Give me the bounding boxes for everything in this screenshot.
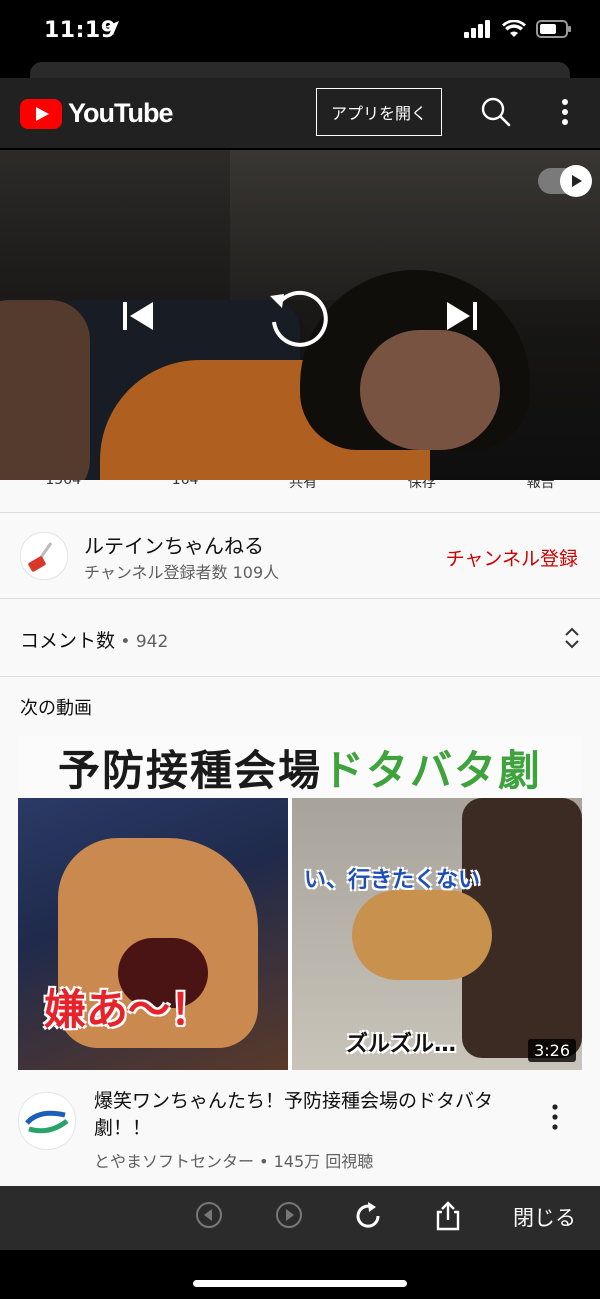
- thumbnail-right-caption-2: ズルズル…: [346, 1032, 457, 1057]
- battery-icon: [536, 20, 572, 42]
- autoplay-toggle[interactable]: [538, 165, 592, 197]
- youtube-logo[interactable]: YouTube: [20, 98, 173, 129]
- channel-subscriber-count: チャンネル登録者数 109人: [84, 563, 280, 582]
- reload-icon[interactable]: [352, 1200, 384, 1236]
- share-icon[interactable]: [432, 1200, 464, 1236]
- replay-icon[interactable]: [264, 282, 336, 358]
- back-icon[interactable]: [194, 1200, 224, 1234]
- youtube-header: YouTube アプリを開く: [0, 78, 600, 148]
- thumbnail-left-panel: 嫌あ～！: [18, 798, 288, 1070]
- subscribe-button[interactable]: チャンネル登録: [446, 544, 578, 571]
- thumbnail-title-part1: 予防接種会場: [57, 745, 322, 795]
- comments-count: • 942: [115, 632, 169, 652]
- divider: [0, 676, 600, 677]
- thumbnail-right-panel: い、行きたくない ズルズル…: [292, 798, 582, 1070]
- next-video-thumbnail[interactable]: 予防接種会場 ドタバタ劇 嫌あ～！ い、行きたくない ズルズル… 3:26: [18, 736, 582, 1070]
- browser-toolbar: 閉じる: [0, 1186, 600, 1250]
- divider: [0, 598, 600, 599]
- next-video-title[interactable]: 爆笑ワンちゃんたち！予防接種会場のドタバタ劇！！: [94, 1088, 524, 1142]
- skip-next-icon[interactable]: [444, 298, 480, 338]
- thumbnail-title-part2: ドタバタ劇: [322, 745, 543, 795]
- expand-collapse-icon[interactable]: [564, 626, 580, 654]
- comments-label: コメント数: [20, 630, 116, 652]
- cellular-signal-icon: [464, 20, 492, 42]
- watch-page-content: 1564 164 共有 保存 報告 ルテインちゃんねる チャンネル登録者数 10…: [0, 480, 600, 1186]
- up-next-heading: 次の動画: [20, 698, 92, 719]
- home-area: [0, 1250, 600, 1299]
- video-actions-row: 1564 164 共有 保存 報告: [0, 480, 600, 512]
- video-player[interactable]: [0, 150, 600, 480]
- open-app-button[interactable]: アプリを開く: [316, 88, 442, 136]
- dislike-count[interactable]: 164: [172, 480, 199, 512]
- youtube-play-logo-icon: [20, 98, 62, 129]
- home-indicator[interactable]: [193, 1280, 407, 1287]
- location-arrow-icon: [104, 20, 120, 40]
- reluctant-dog-image: [352, 890, 492, 980]
- divider: [0, 512, 600, 513]
- video-duration-badge: 3:26: [528, 1039, 576, 1062]
- report-action[interactable]: 報告: [527, 480, 555, 512]
- next-video-meta: とやまソフトセンター • 145万 回視聴: [94, 1152, 374, 1171]
- browser-tab-edge: [30, 62, 570, 78]
- next-video-more-icon[interactable]: [550, 1104, 560, 1134]
- thumbnail-right-caption-1: い、行きたくない: [304, 868, 481, 893]
- share-action[interactable]: 共有: [289, 480, 317, 512]
- comments-header[interactable]: コメント数 • 942: [20, 626, 168, 653]
- more-options-icon[interactable]: [556, 98, 574, 130]
- skip-previous-icon[interactable]: [120, 298, 156, 338]
- close-button[interactable]: 閉じる: [513, 1202, 576, 1232]
- status-indicators: [464, 19, 572, 42]
- save-action[interactable]: 保存: [408, 480, 436, 512]
- search-icon[interactable]: [480, 96, 512, 132]
- channel-avatar[interactable]: [20, 532, 68, 580]
- thumbnail-title: 予防接種会場 ドタバタ劇: [18, 736, 582, 798]
- channel-name[interactable]: ルテインちゃんねる: [84, 530, 264, 559]
- wifi-icon: [502, 19, 526, 42]
- youtube-logo-text: YouTube: [68, 98, 173, 128]
- autoplay-play-icon: [560, 165, 592, 197]
- like-count[interactable]: 1564: [45, 480, 81, 512]
- thumbnail-left-caption: 嫌あ～！: [44, 985, 213, 1034]
- forward-icon[interactable]: [274, 1200, 304, 1234]
- next-video-channel-avatar[interactable]: [18, 1092, 76, 1150]
- status-bar: 11:19: [0, 0, 600, 62]
